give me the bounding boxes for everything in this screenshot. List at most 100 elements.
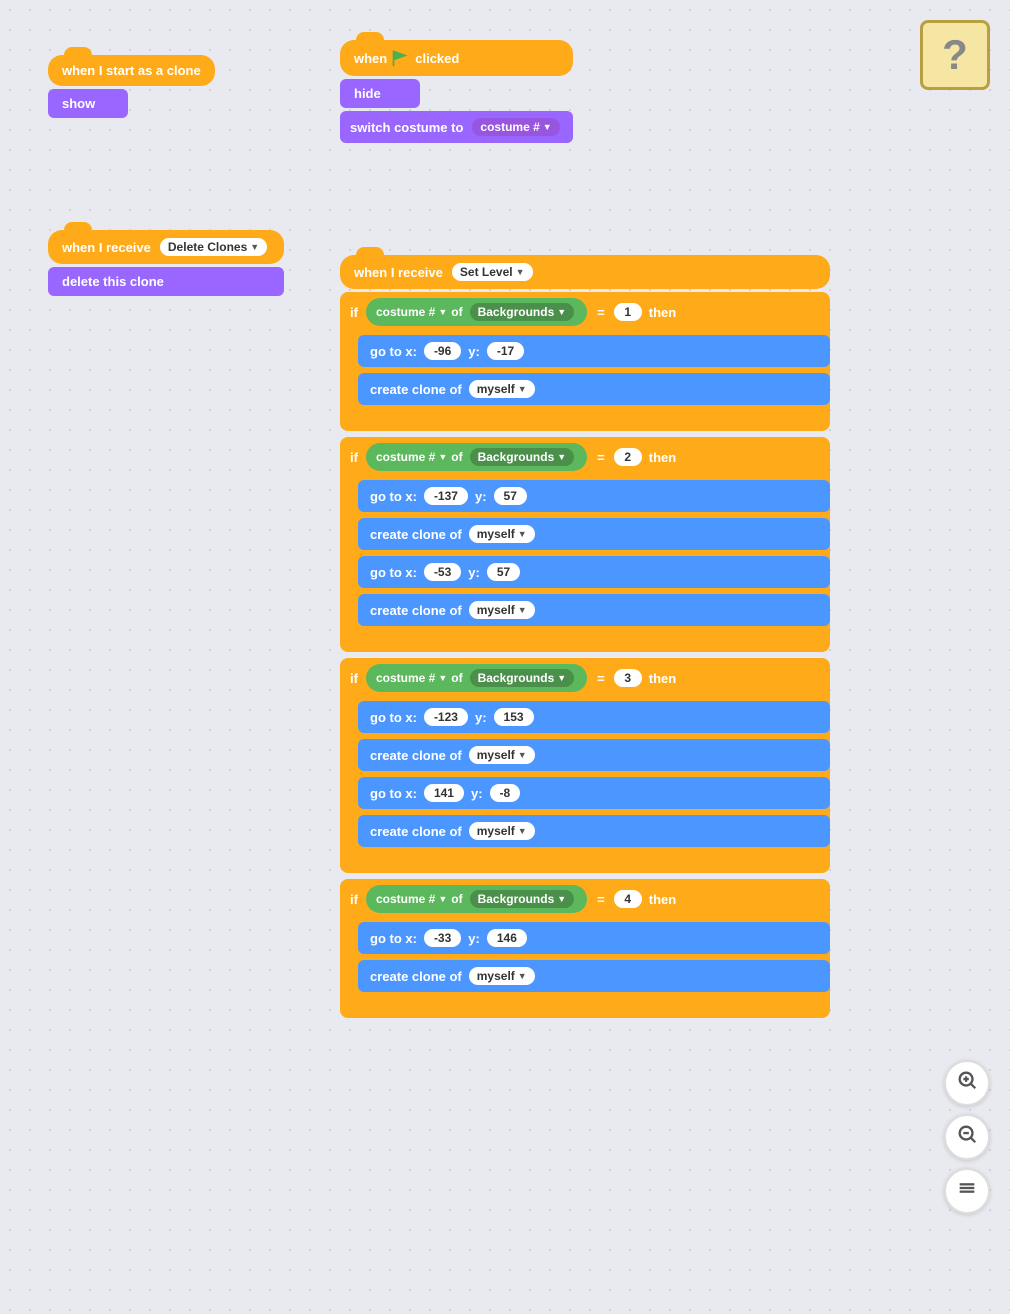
x-val-2-1[interactable]: -137 xyxy=(424,487,468,505)
zoom-in-icon xyxy=(956,1069,978,1097)
backgrounds-label-1: Backgrounds xyxy=(478,305,555,319)
myself-dropdown-4-1[interactable]: myself ▼ xyxy=(469,967,535,985)
create-clone-label-4-1: create clone of xyxy=(370,969,462,984)
x-num-3-1: -123 xyxy=(434,710,458,724)
delete-clones-dropdown[interactable]: Delete Clones ▼ xyxy=(160,238,267,256)
zoom-fit-icon xyxy=(956,1177,978,1205)
delete-this-clone-block[interactable]: delete this clone xyxy=(48,267,284,296)
if-header-2: if costume # ▼ of Backgrounds ▼ = 2 then xyxy=(340,437,830,477)
of-label-3: of xyxy=(451,671,462,685)
when-flag-clicked-hat[interactable]: when clicked xyxy=(340,40,573,76)
zoom-out-button[interactable] xyxy=(944,1114,990,1160)
x-val-3-2[interactable]: 141 xyxy=(424,784,464,802)
myself-dropdown-2-1[interactable]: myself ▼ xyxy=(469,525,535,543)
goto-block-3-1[interactable]: go to x: -123 y: 153 xyxy=(358,701,830,733)
switch-costume-label: switch costume to xyxy=(350,120,463,135)
goto-label-2-1: go to x: xyxy=(370,489,417,504)
y-label-1-1: y: xyxy=(468,344,480,359)
if-label-3: if xyxy=(350,671,358,686)
question-mark-icon: ? xyxy=(942,31,968,79)
if-body-1: go to x: -96 y: -17 create clone of myse… xyxy=(358,332,830,411)
backgrounds-arrow-4: ▼ xyxy=(557,894,566,904)
hide-label: hide xyxy=(354,86,381,101)
when-start-as-clone-hat[interactable]: when I start as a clone xyxy=(48,55,215,86)
goto-label-1-1: go to x: xyxy=(370,344,417,359)
y-val-2-1[interactable]: 57 xyxy=(494,487,527,505)
myself-dropdown-2-2[interactable]: myself ▼ xyxy=(469,601,535,619)
switch-costume-block[interactable]: switch costume to costume # ▼ xyxy=(340,111,573,143)
costume-hash-arrow-1: ▼ xyxy=(438,307,447,317)
x-num-2-1: -137 xyxy=(434,489,458,503)
question-mark-box: ? xyxy=(920,20,990,90)
goto-block-2-1[interactable]: go to x: -137 y: 57 xyxy=(358,480,830,512)
y-val-3-2[interactable]: -8 xyxy=(490,784,521,802)
costume-hash-3: costume # xyxy=(376,671,435,685)
backgrounds-dropdown-2[interactable]: Backgrounds ▼ xyxy=(470,448,575,466)
myself-label-2-1: myself xyxy=(477,527,515,541)
sensor-1[interactable]: costume # ▼ of Backgrounds ▼ xyxy=(366,298,587,326)
create-clone-label-2-1: create clone of xyxy=(370,527,462,542)
script-group-flag-clicked: when clicked hide switch costume to cost… xyxy=(340,40,573,143)
equals-4: = xyxy=(597,892,605,907)
x-val-1-1[interactable]: -96 xyxy=(424,342,461,360)
clone-block-2-1[interactable]: create clone of myself ▼ xyxy=(358,518,830,550)
sensor-4[interactable]: costume # ▼ of Backgrounds ▼ xyxy=(366,885,587,913)
costume-dropdown[interactable]: costume # ▼ xyxy=(472,118,559,136)
myself-dropdown-3-1[interactable]: myself ▼ xyxy=(469,746,535,764)
set-level-arrow: ▼ xyxy=(516,267,525,277)
if-block-3: if costume # ▼ of Backgrounds ▼ = 3 then… xyxy=(340,658,830,873)
myself-label-2-2: myself xyxy=(477,603,515,617)
clone-block-4-1[interactable]: create clone of myself ▼ xyxy=(358,960,830,992)
when-receive-delete-clones-hat[interactable]: when I receive Delete Clones ▼ xyxy=(48,230,284,264)
if-label-1: if xyxy=(350,305,358,320)
value-oval-3[interactable]: 3 xyxy=(614,669,642,687)
goto-block-2-2[interactable]: go to x: -53 y: 57 xyxy=(358,556,830,588)
clone-block-3-2[interactable]: create clone of myself ▼ xyxy=(358,815,830,847)
goto-block-1-1[interactable]: go to x: -96 y: -17 xyxy=(358,335,830,367)
costume-hash-4: costume # xyxy=(376,892,435,906)
y-val-1-1[interactable]: -17 xyxy=(487,342,524,360)
x-val-2-2[interactable]: -53 xyxy=(424,563,461,581)
backgrounds-dropdown-1[interactable]: Backgrounds ▼ xyxy=(470,303,575,321)
myself-label-4-1: myself xyxy=(477,969,515,983)
myself-arrow-2-1: ▼ xyxy=(518,529,527,539)
value-oval-2[interactable]: 2 xyxy=(614,448,642,466)
goto-block-4-1[interactable]: go to x: -33 y: 146 xyxy=(358,922,830,954)
value-oval-1[interactable]: 1 xyxy=(614,303,642,321)
clone-block-1-1[interactable]: create clone of myself ▼ xyxy=(358,373,830,405)
then-label-1: then xyxy=(649,305,676,320)
goto-block-3-2[interactable]: go to x: 141 y: -8 xyxy=(358,777,830,809)
sensor-2[interactable]: costume # ▼ of Backgrounds ▼ xyxy=(366,443,587,471)
if-footer-2 xyxy=(340,632,830,644)
myself-label-1-1: myself xyxy=(477,382,515,396)
clone-block-2-2[interactable]: create clone of myself ▼ xyxy=(358,594,830,626)
clone-block-3-1[interactable]: create clone of myself ▼ xyxy=(358,739,830,771)
myself-dropdown-1-1[interactable]: myself ▼ xyxy=(469,380,535,398)
y-num-2-1: 57 xyxy=(504,489,517,503)
script-group-set-level: when I receive Set Level ▼ if costume # … xyxy=(340,255,830,1021)
myself-dropdown-3-2[interactable]: myself ▼ xyxy=(469,822,535,840)
y-val-3-1[interactable]: 153 xyxy=(494,708,534,726)
zoom-fit-button[interactable] xyxy=(944,1168,990,1214)
backgrounds-dropdown-3[interactable]: Backgrounds ▼ xyxy=(470,669,575,687)
of-label-2: of xyxy=(451,450,462,464)
x-val-4-1[interactable]: -33 xyxy=(424,929,461,947)
costume-value: costume # xyxy=(480,120,539,134)
zoom-in-button[interactable] xyxy=(944,1060,990,1106)
when-receive-set-level-hat[interactable]: when I receive Set Level ▼ xyxy=(340,255,830,289)
set-level-dropdown[interactable]: Set Level ▼ xyxy=(452,263,533,281)
backgrounds-dropdown-4[interactable]: Backgrounds ▼ xyxy=(470,890,575,908)
x-val-3-1[interactable]: -123 xyxy=(424,708,468,726)
y-val-2-2[interactable]: 57 xyxy=(487,563,520,581)
backgrounds-arrow-3: ▼ xyxy=(557,673,566,683)
hide-block[interactable]: hide xyxy=(340,79,420,108)
backgrounds-label-2: Backgrounds xyxy=(478,450,555,464)
zoom-out-icon xyxy=(956,1123,978,1151)
value-2: 2 xyxy=(624,450,631,464)
sensor-3[interactable]: costume # ▼ of Backgrounds ▼ xyxy=(366,664,587,692)
show-block[interactable]: show xyxy=(48,89,128,118)
y-num-1-1: -17 xyxy=(497,344,514,358)
y-val-4-1[interactable]: 146 xyxy=(487,929,527,947)
value-oval-4[interactable]: 4 xyxy=(614,890,642,908)
costume-hash-2: costume # xyxy=(376,450,435,464)
